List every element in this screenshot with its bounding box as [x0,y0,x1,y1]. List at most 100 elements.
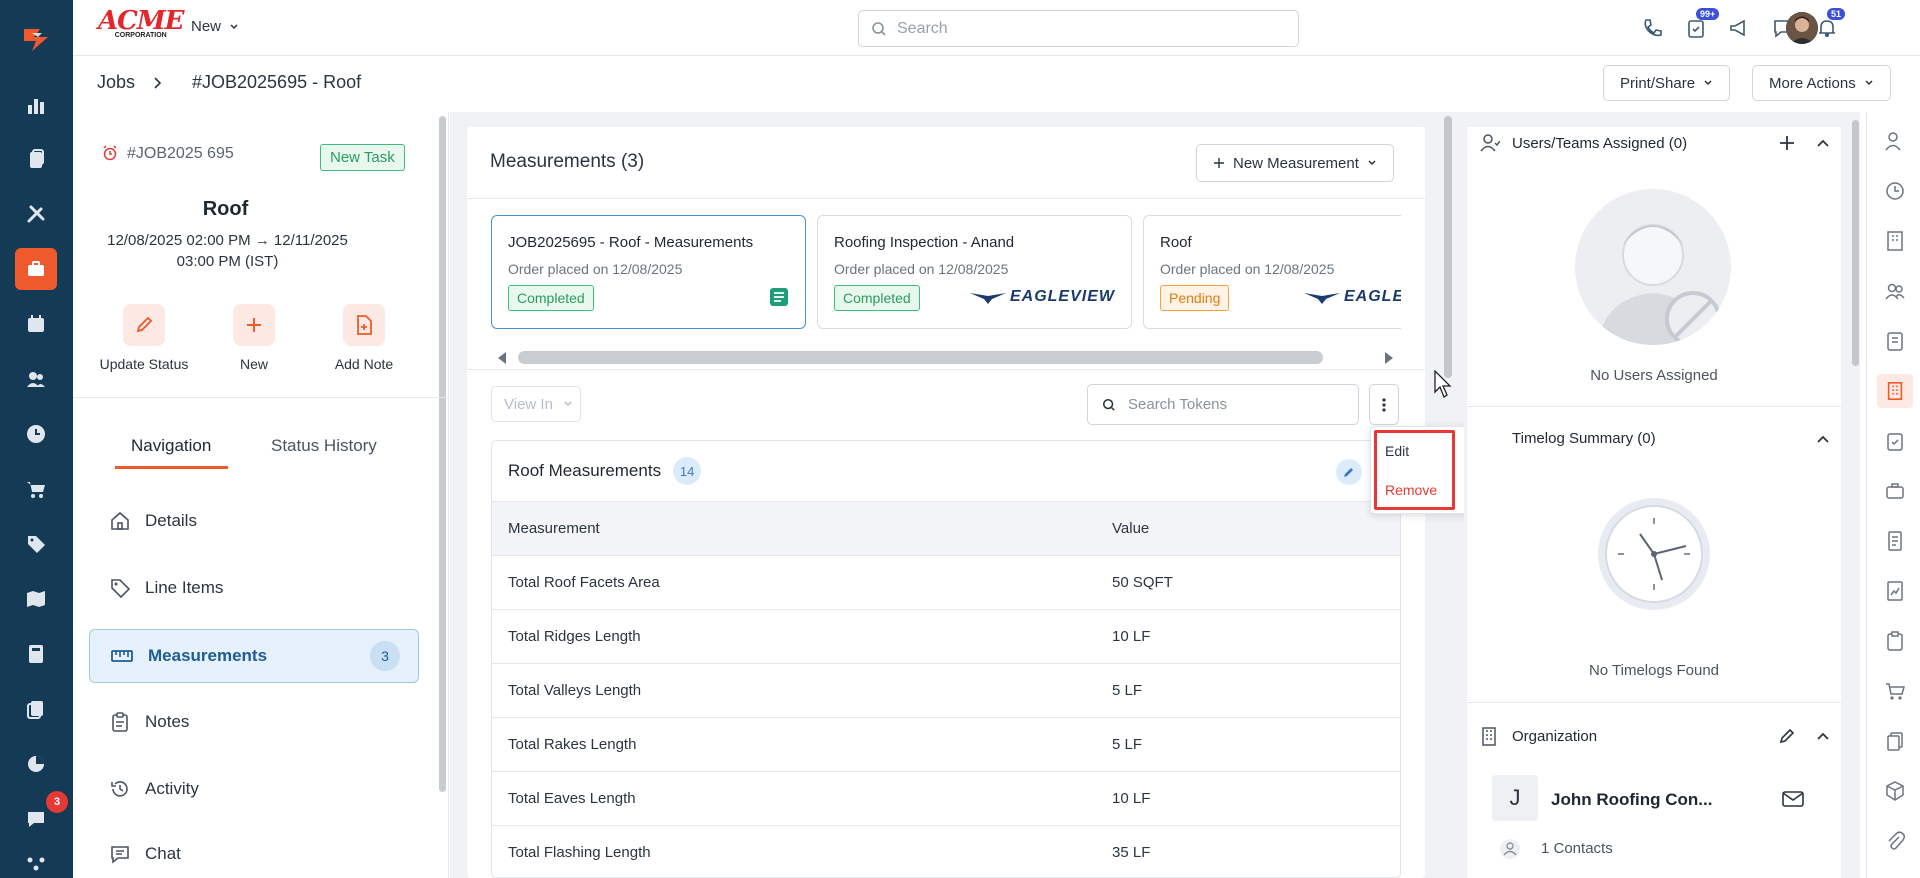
add-note-button[interactable]: Add Note [304,304,424,372]
token-search-input[interactable]: Search Tokens [1087,384,1359,425]
invoice-icon[interactable] [1884,330,1906,352]
user-avatar[interactable] [1786,12,1818,44]
megaphone-icon[interactable] [1725,14,1753,42]
tasks-icon[interactable]: 99+ [1682,8,1720,42]
global-search-input[interactable]: Search [858,10,1299,47]
files-icon[interactable] [15,688,57,730]
chevron-up-icon[interactable] [1816,729,1830,743]
print-share-label: Print/Share [1620,74,1696,92]
scroll-left-arrow-icon[interactable] [496,351,508,365]
phone-icon[interactable] [1638,14,1666,42]
table-row: Total Eaves Length 10 LF [492,771,1400,825]
plus-icon[interactable] [1779,135,1795,151]
ruler-icon [111,650,133,662]
new-action-button[interactable]: New [194,304,314,372]
sidebar-item-details[interactable]: Details [89,494,419,548]
document-icon[interactable] [1884,530,1906,552]
breadcrumb-jobs-link[interactable]: Jobs [97,72,135,93]
status-badge: New Task [320,144,405,171]
more-options-button[interactable] [1369,384,1399,425]
update-status-button[interactable]: Update Status [84,304,204,372]
contacts-count[interactable]: 1 Contacts [1541,840,1613,857]
org-name[interactable]: John Roofing Con... [1551,790,1712,810]
tab-status-history[interactable]: Status History [271,436,377,456]
checklist-icon[interactable] [1884,430,1906,452]
clipboard-icon[interactable] [1884,630,1906,652]
chart-doc-icon[interactable] [1884,580,1906,602]
clock-illustration [1596,496,1712,612]
update-status-label: Update Status [99,356,189,372]
search-icon [1102,398,1115,411]
sidebar-item-line-items[interactable]: Line Items [89,561,419,615]
cell-measurement: Total Rakes Length [508,736,637,753]
more-apps-icon[interactable] [15,855,57,878]
cell-measurement: Total Eaves Length [508,790,636,807]
divider [467,198,1425,199]
menu-item-remove[interactable]: Remove [1385,482,1437,498]
right-panel-scrollbar[interactable] [1852,120,1859,366]
measurement-card[interactable]: Roofing Inspection - Anand Order placed … [817,215,1132,329]
people-icon[interactable] [1884,280,1906,302]
dashboard-icon[interactable] [15,84,57,126]
calculator-icon[interactable] [15,633,57,675]
empty-avatar-illustration [1575,189,1731,345]
chevron-up-icon[interactable] [1816,136,1830,150]
new-measurement-button[interactable]: New Measurement [1196,144,1394,182]
history-icon [111,781,128,797]
org-avatar: J [1492,775,1538,821]
cell-value: 5 LF [1112,682,1143,699]
top-bar: ACME CORPORATION New Search 99+ 51 [73,0,1920,56]
files-icon[interactable] [1884,730,1906,752]
measurement-card[interactable]: Roof Order placed on 12/08/2025 Pending … [1143,215,1401,329]
main-scrollbar[interactable] [1444,116,1452,378]
package-icon[interactable] [1884,780,1906,802]
tab-navigation[interactable]: Navigation [131,436,211,456]
map-icon[interactable] [15,578,57,620]
eagle-icon [969,293,1006,304]
jobs-icon[interactable] [15,248,57,290]
company-logo[interactable]: ACME CORPORATION [98,8,184,40]
reports-pie-icon[interactable] [15,743,57,785]
measurement-card[interactable]: JOB2025695 - Roof - Measurements Order p… [491,215,806,329]
more-actions-button[interactable]: More Actions [1752,65,1891,101]
view-in-dropdown[interactable]: View In [491,386,581,422]
new-dropdown-button[interactable]: New [191,18,239,35]
briefcase-icon[interactable] [1884,480,1906,502]
search-icon [872,21,886,36]
more-actions-label: More Actions [1769,74,1856,92]
sidebar-scrollbar[interactable] [439,116,446,792]
mail-icon[interactable] [1782,791,1804,807]
tag-icon[interactable] [15,523,57,565]
sidebar-item-chat[interactable]: Chat [89,829,419,878]
edit-table-button[interactable] [1336,459,1362,485]
user-assign-icon[interactable] [1884,130,1906,152]
calendar-icon[interactable] [15,303,57,345]
pencil-icon[interactable] [1779,728,1795,744]
building-icon[interactable] [1884,230,1906,252]
attachment-icon[interactable] [1884,830,1906,852]
add-note-label: Add Note [334,356,394,372]
scroll-right-arrow-icon[interactable] [1383,351,1395,365]
print-share-button[interactable]: Print/Share [1603,65,1731,101]
sidebar-item-notes[interactable]: Notes [89,695,419,749]
timelog-icon[interactable] [1884,180,1906,202]
carousel-scrollbar[interactable] [518,351,1323,364]
new-measurement-label: New Measurement [1233,154,1359,172]
plus-icon [1214,158,1224,168]
sidebar-item-measurements[interactable]: Measurements 3 [89,629,419,683]
home-icon [111,511,129,530]
organization-section-header: Organization [1480,726,1597,746]
users-section-title: Users/Teams Assigned (0) [1512,134,1688,152]
menu-item-edit[interactable]: Edit [1385,443,1409,459]
app-logo-icon[interactable] [15,18,57,60]
clock-icon[interactable] [15,413,57,455]
plus-icon [247,318,261,332]
documents-icon[interactable] [15,138,57,180]
cart-icon[interactable] [15,468,57,510]
sidebar-item-activity[interactable]: Activity [89,762,419,816]
contacts-icon[interactable] [15,358,57,400]
cart-icon[interactable] [1884,680,1906,702]
tools-icon[interactable] [15,193,57,235]
organization-icon[interactable] [1877,374,1913,408]
chevron-up-icon[interactable] [1816,432,1830,446]
